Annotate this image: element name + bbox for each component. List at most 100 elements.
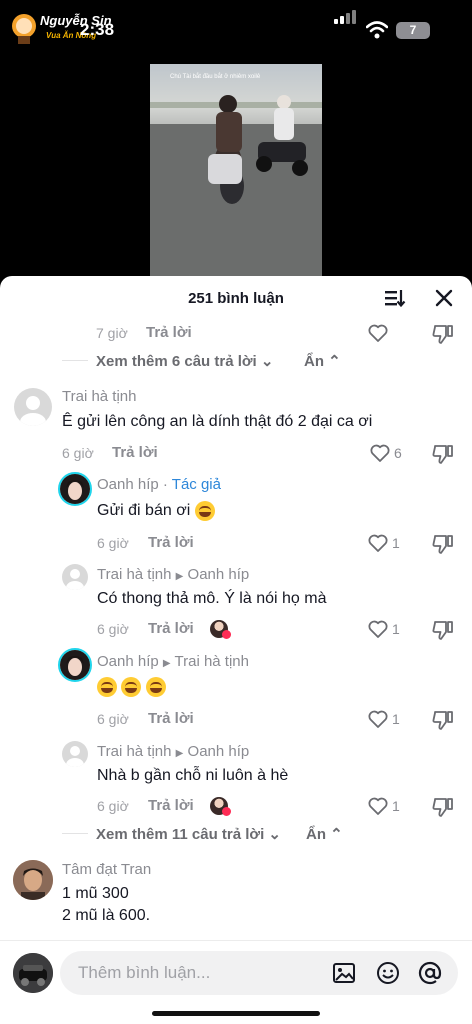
reply-author-name: Trai hà tịnh [97, 743, 172, 760]
video-preview[interactable]: Chú Tài bắt đầu bắt ở nhiêm xoilê [150, 64, 322, 276]
view-more-label: Xem thêm 11 câu trả lời [96, 826, 265, 843]
close-icon[interactable] [434, 288, 454, 308]
default-avatar-icon [66, 569, 84, 590]
comment-time: 6 giờ [97, 535, 129, 551]
reply-button[interactable]: Trả lời [112, 444, 158, 461]
dislike-icon[interactable] [432, 324, 454, 344]
hide-replies-button[interactable]: Ẩn ⌃ [304, 352, 341, 370]
reply-text-content: Gửi đi bán ơi [97, 502, 191, 519]
home-indicator [152, 1011, 320, 1016]
creator-liked-heart-icon [222, 630, 231, 639]
reply-text: Nhà b gần chỗ ni luôn à hè [97, 767, 289, 784]
reply-button[interactable]: Trả lời [148, 710, 194, 727]
emoji-icon[interactable] [376, 961, 400, 985]
reply-button[interactable]: Trả lời [146, 324, 192, 341]
reply-author-name: Oanh híp [97, 476, 159, 493]
reply-button[interactable]: Trả lời [148, 620, 194, 637]
heart-icon[interactable] [368, 324, 388, 342]
user-photo [13, 953, 53, 993]
comment-input-placeholder: Thêm bình luận... [78, 963, 211, 982]
reply-button[interactable]: Trả lời [148, 534, 194, 551]
heart-icon[interactable] [368, 620, 388, 638]
sort-icon[interactable] [384, 288, 406, 308]
reply-to-name: Trai hà tịnh [174, 653, 249, 670]
reply-arrow-icon: ▶ [175, 571, 184, 582]
image-icon[interactable] [332, 961, 356, 985]
hide-label: Ẩn [306, 826, 326, 843]
avatar[interactable] [58, 648, 92, 682]
comment-time: 6 giờ [97, 711, 129, 727]
creator-liked-heart-icon [222, 807, 231, 816]
comment-time: 6 giờ [97, 621, 129, 637]
comment-time: 7 giờ [96, 325, 128, 341]
reply-arrow-icon: ▶ [162, 658, 171, 669]
avatar[interactable] [13, 860, 53, 900]
like-count: 6 [394, 445, 402, 461]
chevron-up-icon: ⌃ [330, 826, 343, 843]
comment-time: 6 giờ [97, 798, 129, 814]
wifi-icon [366, 21, 388, 39]
avatar[interactable] [14, 388, 52, 426]
comment-input[interactable]: Thêm bình luận... [60, 951, 458, 995]
comment-author[interactable]: Trai hà tịnh [62, 388, 136, 405]
reply-author-name: Trai hà tịnh [97, 566, 172, 583]
like-count: 1 [392, 798, 400, 814]
chevron-up-icon: ⌃ [328, 353, 341, 370]
brand-logo-icon [12, 14, 36, 44]
chevron-down-icon: ⌄ [260, 353, 274, 370]
user-photo [60, 474, 90, 504]
rofl-emoji-icon [145, 676, 166, 697]
user-photo [60, 650, 90, 680]
dislike-icon[interactable] [432, 797, 454, 817]
hide-replies-button[interactable]: Ẩn ⌃ [306, 825, 343, 843]
dislike-icon[interactable] [432, 534, 454, 554]
reply-author[interactable]: Oanh híp · Tác giả [97, 476, 221, 493]
reply-text [97, 676, 166, 698]
heart-icon[interactable] [368, 534, 388, 552]
view-more-replies-button[interactable]: Xem thêm 11 câu trả lời ⌄ [96, 825, 281, 843]
my-avatar[interactable] [13, 953, 53, 993]
hide-label: Ẩn [304, 353, 324, 370]
reply-button[interactable]: Trả lời [148, 797, 194, 814]
avatar[interactable] [58, 472, 92, 506]
status-bar: Nguyễn Sin Vua Ăn Nông 2:38 7 [0, 0, 472, 56]
heart-icon[interactable] [370, 444, 390, 462]
dislike-icon[interactable] [432, 444, 454, 464]
dislike-icon[interactable] [432, 710, 454, 730]
like-count: 1 [392, 711, 400, 727]
avatar[interactable] [62, 741, 88, 767]
like-count: 1 [392, 621, 400, 637]
reply-arrow-icon: ▶ [175, 748, 184, 759]
rofl-emoji-icon [121, 676, 142, 697]
view-more-label: Xem thêm 6 câu trả lời [96, 353, 257, 370]
mention-icon[interactable] [418, 961, 442, 985]
reply-author[interactable]: Trai hà tịnh ▶ Oanh híp [97, 743, 249, 760]
chevron-down-icon: ⌄ [268, 826, 281, 843]
comment-composer: Thêm bình luận... [0, 940, 472, 1024]
reply-to-name: Oanh híp [187, 743, 250, 760]
clock: 2:38 [80, 20, 115, 39]
dislike-icon[interactable] [432, 620, 454, 640]
separator-dot: · [158, 476, 172, 493]
view-more-replies-button[interactable]: Xem thêm 6 câu trả lời ⌄ [96, 352, 273, 370]
comment-text-line: 2 mũ là 600. [62, 907, 151, 924]
comment-text-line: 1 mũ 300 [62, 885, 129, 902]
user-photo [13, 860, 53, 900]
reply-author[interactable]: Trai hà tịnh ▶ Oanh híp [97, 566, 249, 583]
comment-author[interactable]: Tâm đạt Tran [62, 861, 151, 878]
author-tag: Tác giả [171, 476, 221, 493]
reply-author-name: Oanh híp [97, 653, 159, 670]
rofl-emoji-icon [97, 676, 117, 697]
reply-text: Gửi đi bán ơi [97, 500, 215, 522]
comment-text: Ê gửi lên công an là dính thật đó 2 đại … [62, 413, 373, 430]
rofl-emoji-icon [194, 500, 215, 521]
heart-icon[interactable] [368, 797, 388, 815]
reply-text: Có thong thả mô. Ý là nói họ mà [97, 590, 327, 607]
reply-author[interactable]: Oanh híp ▶ Trai hà tịnh [97, 653, 249, 670]
video-scene-illustration [150, 95, 322, 276]
default-avatar-icon [20, 396, 46, 426]
thread-divider [62, 833, 88, 834]
comment-time: 6 giờ [62, 445, 94, 461]
avatar[interactable] [62, 564, 88, 590]
heart-icon[interactable] [368, 710, 388, 728]
